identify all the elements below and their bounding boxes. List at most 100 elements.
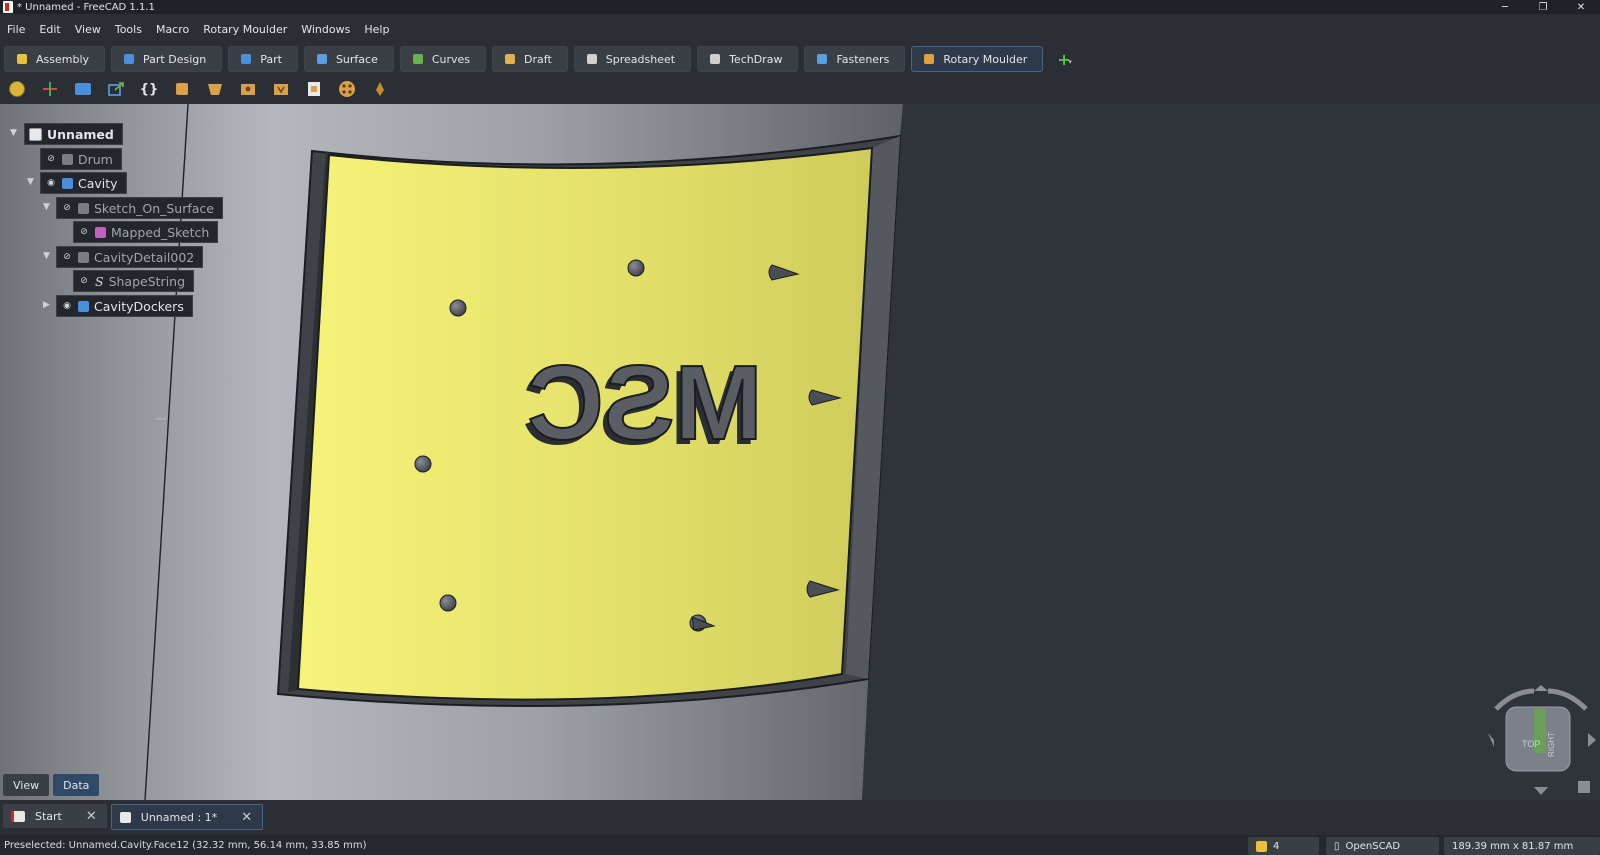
dimension-readout: 189.39 mm x 81.87 mm — [1444, 837, 1600, 855]
workbench-assembly[interactable]: Assembly — [4, 46, 106, 72]
pan-right-arrow-icon[interactable] — [1588, 733, 1596, 747]
status-message: Preselected: Unnamed.Cavity.Face12 (32.3… — [4, 839, 367, 851]
box-icon[interactable] — [171, 79, 193, 99]
cavity-docker-icon[interactable] — [270, 79, 292, 99]
tree-item-cavity-dockers[interactable]: ◉ CavityDockers — [56, 295, 193, 317]
hidden-eye-icon[interactable]: ⊘ — [78, 227, 90, 237]
workbench-part[interactable]: Part — [228, 46, 298, 72]
tab-start[interactable]: Start ✕ — [3, 804, 107, 828]
menu-file[interactable]: File — [0, 23, 32, 36]
view-menu-icon[interactable] — [1578, 781, 1590, 793]
property-tabs: View Data — [3, 774, 100, 796]
rotate-left-arrow-icon[interactable] — [1494, 688, 1535, 711]
part-design-icon — [124, 54, 135, 64]
title-bar: * Unnamed - FreeCAD 1.1.1 ─ ❐ ✕ — [0, 0, 1600, 14]
add-workbench-icon[interactable]: + — [1057, 50, 1072, 69]
shapestring-icon: S — [95, 273, 104, 289]
tree-item-cavity-detail[interactable]: ⊘ CavityDetail002 — [56, 246, 204, 268]
hidden-eye-icon[interactable]: ⊘ — [61, 203, 73, 213]
braces-icon[interactable]: {} — [138, 79, 160, 99]
workbench-surface[interactable]: Surface — [303, 46, 394, 72]
cavity-detail-icon[interactable] — [237, 79, 259, 99]
3d-scene: MSC MSC ┄┄ — [0, 103, 903, 801]
curves-icon — [412, 54, 423, 64]
tree-item-unnamed[interactable]: Unnamed — [24, 123, 123, 145]
pin-round-2 — [627, 259, 645, 277]
workbench-bar: Assembly Part Design Part Surface Curves… — [0, 44, 1600, 74]
menu-help[interactable]: Help — [357, 23, 396, 36]
window-title: * Unnamed - FreeCAD 1.1.1 — [17, 1, 155, 13]
document-tabs: Start ✕ Unnamed : 1* ✕ — [3, 804, 264, 830]
pin-round-3 — [414, 455, 432, 473]
hidden-eye-icon[interactable]: ⊘ — [78, 276, 90, 286]
export-icon[interactable] — [105, 79, 127, 99]
pin-round-1 — [449, 299, 467, 317]
axis-icon[interactable] — [39, 79, 61, 99]
cavity-icon[interactable] — [204, 79, 226, 99]
workbench-techdraw[interactable]: TechDraw — [697, 46, 799, 72]
menu-rotary-moulder[interactable]: Rotary Moulder — [196, 23, 294, 36]
document-icon — [119, 811, 131, 823]
surface-icon — [316, 54, 327, 64]
maximize-button[interactable]: ❐ — [1524, 0, 1562, 14]
tree-item-mapped-sketch[interactable]: ⊘ Mapped_Sketch — [73, 221, 219, 243]
menu-macro[interactable]: Macro — [149, 23, 196, 36]
visible-eye-icon[interactable]: ◉ — [61, 301, 73, 311]
navigation-style[interactable]: ▯ OpenSCAD — [1326, 837, 1439, 855]
rotate-right-arrow-icon[interactable] — [1547, 688, 1588, 711]
freecad-logo-icon — [3, 1, 13, 13]
expand-arrow-icon[interactable]: ▼ — [43, 202, 50, 212]
freecad-logo-icon — [11, 810, 25, 822]
dots-icon[interactable] — [336, 79, 358, 99]
navigation-cube[interactable]: TOP RIGHT — [1486, 685, 1596, 795]
expand-arrow-icon[interactable]: ▼ — [10, 128, 17, 138]
status-bar: Preselected: Unnamed.Cavity.Face12 (32.3… — [0, 835, 1600, 855]
rotary-moulder-toolbar: {} — [0, 76, 391, 102]
workbench-spreadsheet[interactable]: Spreadsheet — [573, 46, 692, 72]
new-drum-icon[interactable] — [6, 79, 28, 99]
workbench-curves[interactable]: Curves — [399, 46, 487, 72]
tab-view[interactable]: View — [3, 774, 50, 796]
pan-left-arrow-icon[interactable] — [1488, 733, 1494, 747]
close-icon[interactable]: ✕ — [86, 809, 97, 824]
workbench-rotary-moulder[interactable]: Rotary Moulder — [911, 46, 1044, 72]
tree-item-drum[interactable]: ⊘ Drum — [40, 148, 122, 170]
tree-item-shapestring[interactable]: ⊘ S ShapeString — [73, 270, 195, 292]
pin-icon[interactable] — [369, 79, 391, 99]
hidden-eye-icon[interactable]: ⊘ — [61, 252, 73, 262]
menu-tools[interactable]: Tools — [108, 23, 149, 36]
emboss-text: MSC — [527, 344, 763, 462]
selection-icon — [1256, 840, 1267, 852]
expand-arrow-icon[interactable]: ▼ — [27, 177, 34, 187]
visible-eye-icon[interactable]: ◉ — [45, 178, 57, 188]
window-controls: ─ ❐ ✕ — [1486, 0, 1600, 14]
minimize-button[interactable]: ─ — [1486, 0, 1524, 14]
expand-arrow-icon[interactable]: ▼ — [43, 251, 50, 261]
close-icon[interactable]: ✕ — [241, 810, 252, 825]
pan-down-arrow-icon[interactable] — [1534, 787, 1548, 795]
3d-viewport[interactable]: MSC MSC ┄┄ — [0, 103, 1600, 801]
tab-unnamed[interactable]: Unnamed : 1* ✕ — [110, 804, 264, 830]
body-icon — [78, 251, 89, 263]
workbench-draft[interactable]: Draft — [492, 46, 568, 72]
mold-icon[interactable] — [303, 79, 325, 99]
rotary-moulder-icon — [924, 54, 935, 64]
menu-edit[interactable]: Edit — [32, 23, 67, 36]
pan-up-arrow-icon[interactable] — [1534, 685, 1548, 691]
tree-item-sketch-on-surface[interactable]: ⊘ Sketch_On_Surface — [56, 197, 223, 219]
document-icon — [29, 127, 42, 141]
body-icon — [78, 202, 89, 214]
splitter-handle-icon[interactable]: ┄┄ — [155, 415, 166, 425]
workbench-part-design[interactable]: Part Design — [111, 46, 223, 72]
menu-windows[interactable]: Windows — [294, 23, 357, 36]
selection-count[interactable]: 4 — [1248, 837, 1319, 855]
part-body-icon — [78, 300, 89, 312]
close-button[interactable]: ✕ — [1562, 0, 1600, 14]
tab-data[interactable]: Data — [53, 774, 100, 796]
menu-view[interactable]: View — [68, 23, 108, 36]
tree-item-cavity[interactable]: ◉ Cavity — [40, 172, 127, 194]
folder-icon[interactable] — [72, 79, 94, 99]
collapse-arrow-icon[interactable]: ▶ — [43, 300, 50, 310]
workbench-fasteners[interactable]: Fasteners — [804, 46, 906, 72]
hidden-eye-icon[interactable]: ⊘ — [45, 154, 57, 164]
